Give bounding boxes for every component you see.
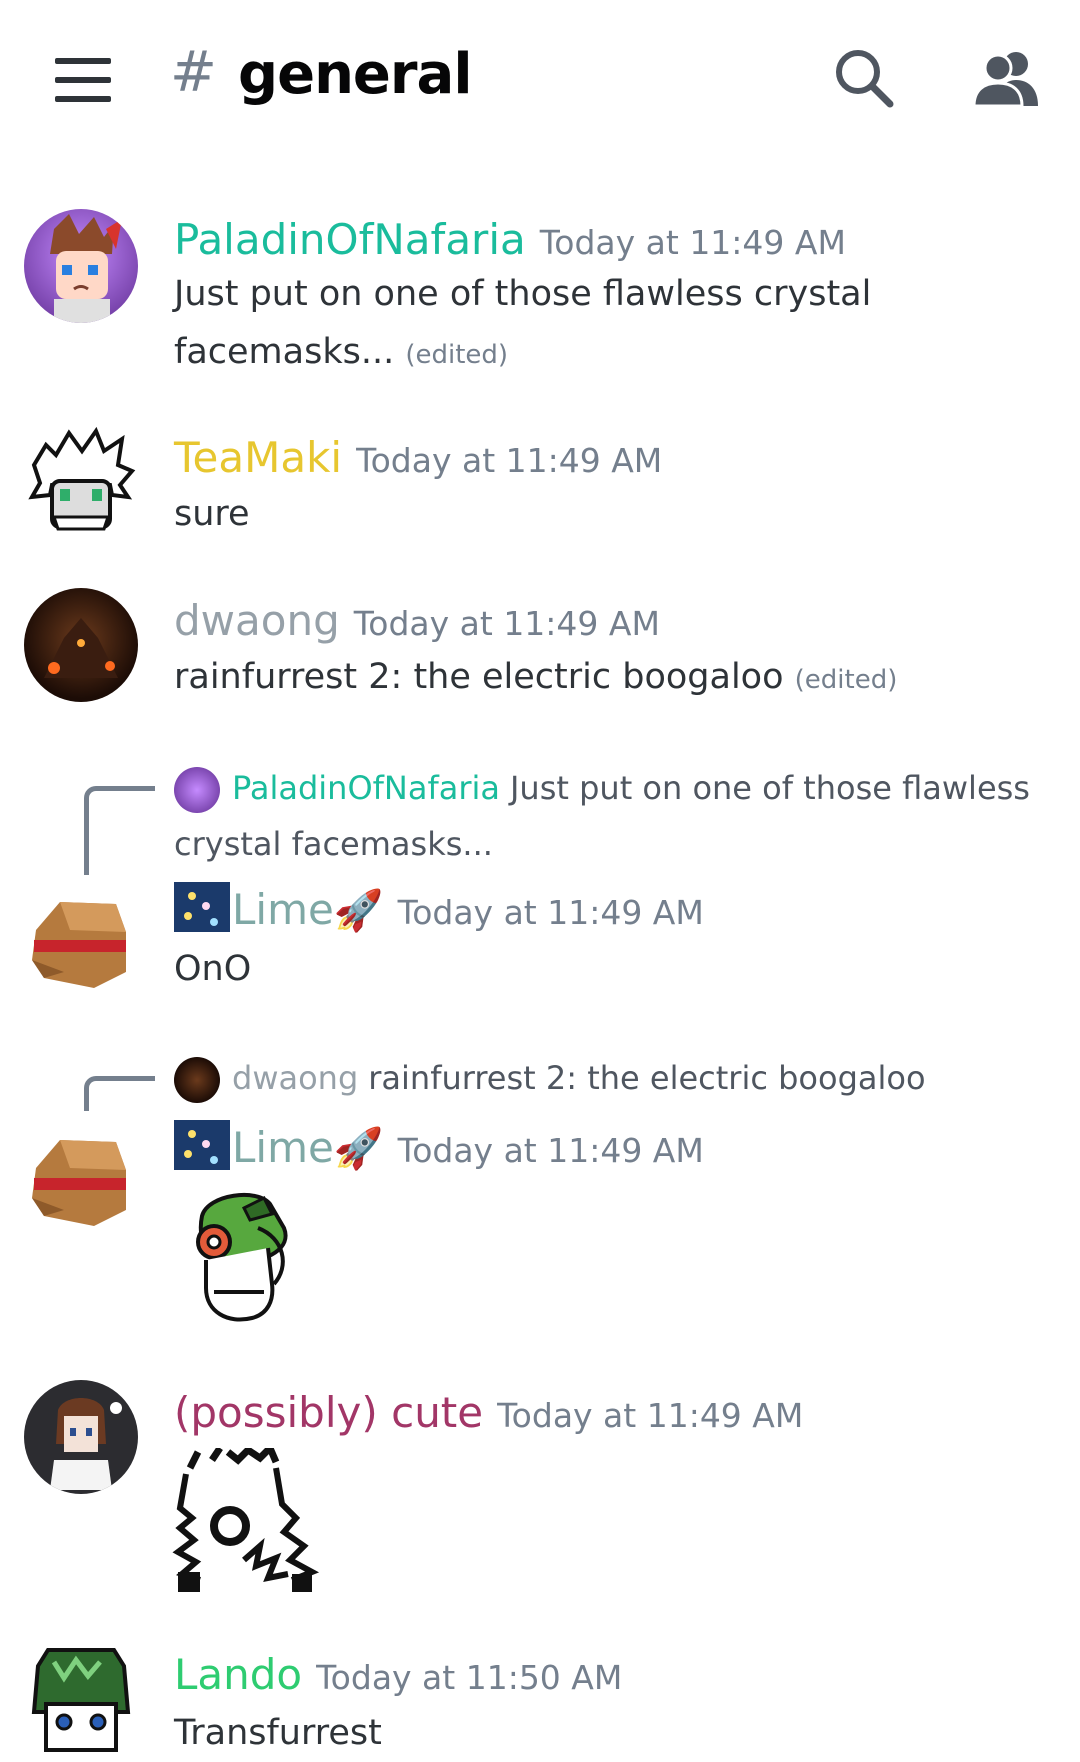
message-text: OnO <box>174 949 252 989</box>
reply-author[interactable]: dwaong <box>232 1059 358 1097</box>
member-list-icon[interactable] <box>972 48 1042 108</box>
fireworks-emoji <box>174 1120 230 1170</box>
channel-hash-icon: # <box>170 40 217 105</box>
author-name[interactable]: Lime <box>232 885 334 934</box>
message-content: rainfurrest 2: the electric boogaloo (ed… <box>174 648 1034 709</box>
author-name[interactable]: PaladinOfNafaria <box>174 215 526 264</box>
author-name[interactable]: Lime <box>232 1123 334 1172</box>
rocket-emoji: 🚀 <box>333 888 384 934</box>
message-header: Lime🚀 Today at 11:49 AM <box>174 882 704 934</box>
message-content: Just put on one of those flawless crysta… <box>174 265 1034 384</box>
message-header: Lando Today at 11:50 AM <box>174 1650 622 1699</box>
message-header: TeaMaki Today at 11:49 AM <box>174 433 662 482</box>
avatar[interactable] <box>24 425 138 539</box>
edited-label: (edited) <box>794 665 898 695</box>
reply-preview[interactable]: PaladinOfNafaria Just put on one of those… <box>174 760 1034 872</box>
fireworks-emoji <box>174 882 230 932</box>
timestamp: Today at 11:49 AM <box>356 441 663 480</box>
timestamp: Today at 11:49 AM <box>539 223 846 262</box>
avatar[interactable] <box>24 209 138 323</box>
rocket-emoji: 🚀 <box>333 1126 384 1172</box>
author-name[interactable]: (possibly) cute <box>174 1388 483 1437</box>
edited-label: (edited) <box>405 340 509 370</box>
message-header: PaladinOfNafaria Today at 11:49 AM <box>174 215 846 264</box>
timestamp: Today at 11:49 AM <box>397 893 704 932</box>
timestamp: Today at 11:50 AM <box>316 1658 623 1697</box>
reply-avatar <box>174 1057 220 1103</box>
avatar[interactable] <box>24 1118 138 1232</box>
channel-title: general <box>238 42 473 107</box>
author-name[interactable]: dwaong <box>174 596 340 645</box>
message-header: dwaong Today at 11:49 AM <box>174 596 660 645</box>
timestamp: Today at 11:49 AM <box>497 1396 804 1435</box>
message-text: Just put on one of those flawless crysta… <box>174 274 872 372</box>
reply-connector <box>84 1076 155 1111</box>
message-text: rainfurrest 2: the electric boogaloo <box>174 657 784 697</box>
message-text: Transfurrest <box>174 1713 382 1753</box>
message-header: Lime🚀 Today at 11:49 AM <box>174 1120 704 1172</box>
author-name[interactable]: TeaMaki <box>174 433 342 482</box>
reply-author[interactable]: PaladinOfNafaria <box>232 769 500 807</box>
channel-header: # general <box>0 0 1080 160</box>
avatar[interactable] <box>24 1380 138 1494</box>
alien-sticker-image[interactable] <box>188 1188 300 1328</box>
avatar[interactable] <box>24 588 138 702</box>
reply-connector <box>84 786 155 875</box>
message-text: sure <box>174 494 250 534</box>
reply-text: rainfurrest 2: the electric boogaloo <box>368 1059 926 1097</box>
author-name[interactable]: Lando <box>174 1650 302 1699</box>
menu-icon[interactable] <box>55 58 111 102</box>
reply-preview[interactable]: dwaong rainfurrest 2: the electric boogal… <box>174 1050 1034 1106</box>
doodle-sticker-image[interactable] <box>172 1448 322 1598</box>
timestamp: Today at 11:49 AM <box>397 1131 704 1170</box>
avatar[interactable] <box>24 1642 138 1756</box>
avatar[interactable] <box>24 880 138 994</box>
timestamp: Today at 11:49 AM <box>353 604 660 643</box>
reply-avatar <box>174 767 220 813</box>
message-header: (possibly) cute Today at 11:49 AM <box>174 1388 803 1437</box>
search-icon[interactable] <box>832 46 896 110</box>
